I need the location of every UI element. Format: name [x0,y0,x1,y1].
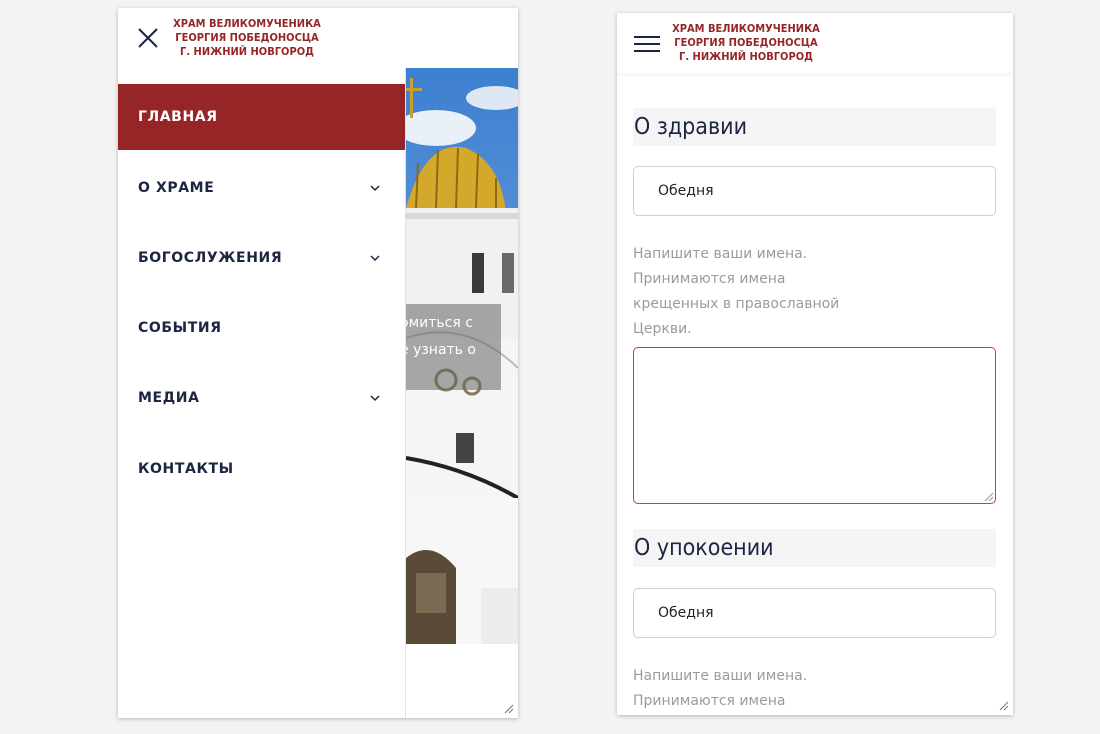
logo-line: Г. НИЖНИЙ НОВГОРОД [679,50,813,63]
hero-text-line: омиться с [406,315,473,331]
menu-item-services[interactable]: БОГОСЛУЖЕНИЯ [118,225,405,291]
logo-line: Г. НИЖНИЙ НОВГОРОД [180,45,314,58]
menu-item-events[interactable]: СОБЫТИЯ [118,295,405,361]
site-header: ХРАМ ВЕЛИКОМУЧЕНИКА ГЕОРГИЯ ПОБЕДОНОСЦА … [617,13,1013,73]
names-hint-health: Напишите ваши имена. Принимаются имена к… [633,242,893,342]
menu-item-media[interactable]: МЕДИА [118,365,405,431]
site-logo[interactable]: ХРАМ ВЕЛИКОМУЧЕНИКА ГЕОРГИЯ ПОБЕДОНОСЦА … [671,22,821,64]
logo-line: ГЕОРГИЯ ПОБЕДОНОСЦА [674,36,818,49]
site-logo[interactable]: ХРАМ ВЕЛИКОМУЧЕНИКА ГЕОРГИЯ ПОБЕДОНОСЦА … [172,17,322,59]
hint-line: крещенных в православной [633,296,840,312]
menu-item-label: МЕДИА [138,390,200,406]
menu-item-label: СОБЫТИЯ [138,320,222,336]
hint-line: Принимаются имена [633,693,786,709]
resize-handle-icon[interactable] [984,492,994,502]
nav-drawer: ГЛАВНАЯ О ХРАМЕ БОГОСЛУЖЕНИЯ СОБЫТИЯ МЕД… [118,68,406,718]
open-menu-button[interactable] [633,34,661,54]
hint-line: Принимаются имена [633,271,786,287]
menu-item-about[interactable]: О ХРАМЕ [118,155,405,221]
logo-line: ХРАМ ВЕЛИКОМУЧЕНИКА [173,17,321,30]
menu-item-label: КОНТАКТЫ [138,461,234,477]
hint-line: Церкви. [633,321,692,337]
names-textarea-health[interactable] [633,347,996,504]
section-title-repose: О упокоении [633,529,996,567]
close-icon [138,28,158,48]
chevron-down-icon[interactable] [370,394,380,402]
mobile-screen-menu: омиться с е узнать о ХРАМ ВЕЛИКОМУЧЕНИКА… [118,8,518,718]
menu-item-contacts[interactable]: КОНТАКТЫ [118,436,405,502]
section-title-health: О здравии [633,108,996,146]
mobile-screen-form: ХРАМ ВЕЛИКОМУЧЕНИКА ГЕОРГИЯ ПОБЕДОНОСЦА … [617,13,1013,715]
hamburger-icon [634,36,660,52]
hint-line: Напишите ваши имена. [633,668,808,684]
chevron-down-icon[interactable] [370,254,380,262]
hero-banner: омиться с е узнать о [406,68,518,644]
chevron-down-icon[interactable] [370,184,380,192]
service-select-health[interactable]: Обедня [633,166,996,216]
names-hint-repose: Напишите ваши имена. Принимаются имена [633,664,893,714]
menu-item-home[interactable]: ГЛАВНАЯ [118,84,405,150]
service-select-repose[interactable]: Обедня [633,588,996,638]
hint-line: Напишите ваши имена. [633,246,808,262]
menu-item-label: ГЛАВНАЯ [138,109,218,125]
close-menu-button[interactable] [136,26,160,50]
logo-line: ХРАМ ВЕЛИКОМУЧЕНИКА [672,22,820,35]
menu-item-label: О ХРАМЕ [138,180,215,196]
hero-text-box: омиться с е узнать о [406,304,501,390]
logo-line: ГЕОРГИЯ ПОБЕДОНОСЦА [175,31,319,44]
resize-handle-icon[interactable] [504,704,514,714]
site-header: ХРАМ ВЕЛИКОМУЧЕНИКА ГЕОРГИЯ ПОБЕДОНОСЦА … [118,8,518,68]
resize-handle-icon[interactable] [999,701,1009,711]
hero-text-line: е узнать о [406,342,476,358]
menu-item-label: БОГОСЛУЖЕНИЯ [138,250,283,266]
